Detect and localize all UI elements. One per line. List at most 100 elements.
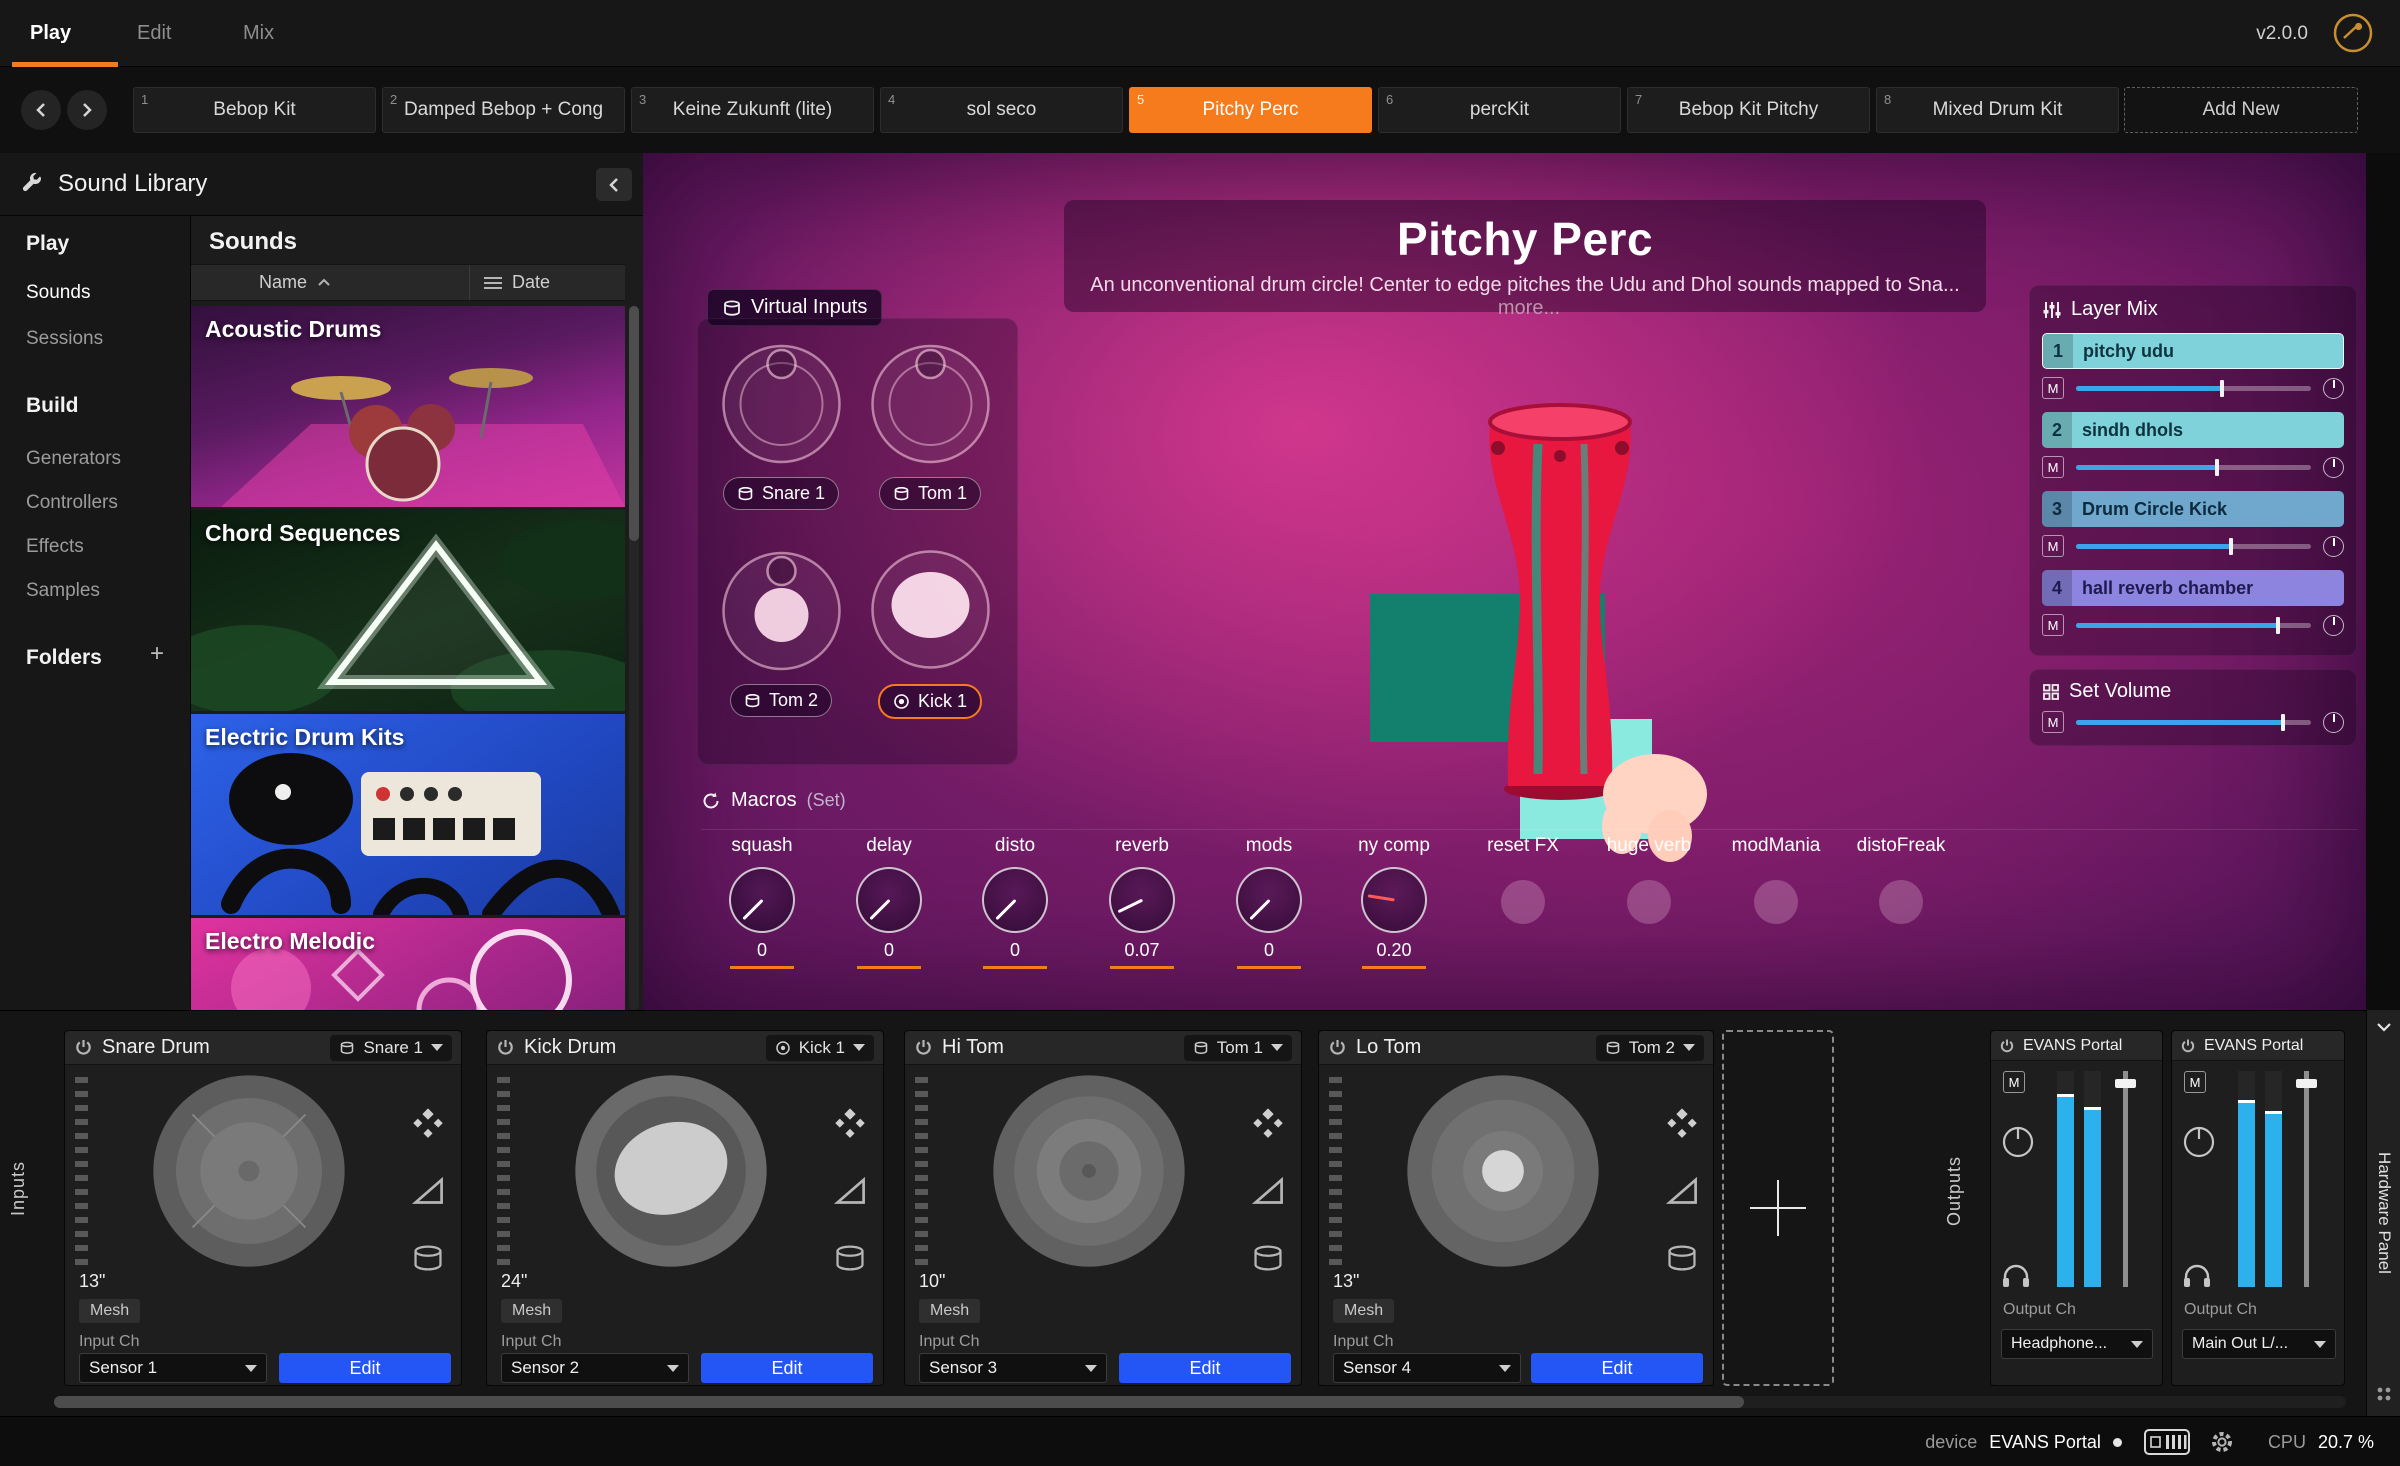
chevron-down-icon[interactable] [2376,1022,2392,1032]
virtual-pad-snare-1[interactable] [717,338,846,467]
sensor-select[interactable]: Sensor 3 [919,1353,1107,1383]
preset-slot-1[interactable]: 1Bebop Kit [133,87,376,133]
input-source-dropdown[interactable]: Kick 1 [766,1035,874,1061]
mute-button[interactable]: M [2042,614,2064,636]
power-icon[interactable] [1328,1038,1347,1057]
input-source-dropdown[interactable]: Tom 1 [1184,1035,1292,1061]
macro-knob[interactable] [856,867,922,933]
tab-play[interactable]: Play [30,0,71,67]
add-channel-slot[interactable] [1722,1030,1834,1386]
input-source-dropdown[interactable]: Snare 1 [330,1035,452,1061]
rack-horizontal-scrollbar[interactable] [54,1396,2346,1408]
volume-icon[interactable] [1665,1173,1699,1207]
macro-knob[interactable] [1236,867,1302,933]
sounds-scrollbar[interactable] [629,306,639,1010]
layers-icon[interactable] [833,1105,867,1139]
layers-icon[interactable] [1665,1105,1699,1139]
macro-trigger-button[interactable] [1754,880,1798,924]
virtual-pad-tom-1[interactable] [866,338,995,467]
add-new-preset-button[interactable]: Add New [2124,87,2358,133]
sidebar-item-controllers[interactable]: Controllers [26,492,118,514]
connection-toggle-icon[interactable] [2332,12,2374,54]
layers-icon[interactable] [1251,1105,1285,1139]
output-channel-select[interactable]: Main Out L/... [2182,1329,2336,1359]
kick-pad-graphic[interactable] [571,1071,771,1271]
tab-mix[interactable]: Mix [243,0,274,67]
sort-by-date[interactable]: Date [470,272,550,293]
preset-slot-2[interactable]: 2Damped Bebop + Cong [382,87,625,133]
volume-icon[interactable] [411,1173,445,1207]
hardware-panel-rail[interactable]: Hardware Panel [2366,1010,2400,1416]
mute-button[interactable]: M [2042,456,2064,478]
virtual-pad-kick-1[interactable] [866,545,995,674]
macro-knob[interactable] [1109,867,1175,933]
mute-button[interactable]: M [2003,1071,2025,1093]
collapse-library-button[interactable] [596,168,632,201]
input-source-dropdown[interactable]: Tom 2 [1596,1035,1704,1061]
edit-button[interactable]: Edit [1531,1353,1703,1383]
tom-pad-graphic[interactable] [1403,1071,1603,1271]
pan-knob-icon[interactable] [2323,378,2344,399]
layer-volume-slider[interactable] [2076,386,2311,391]
scrollbar-thumb[interactable] [54,1396,1744,1408]
preset-slot-8[interactable]: 8Mixed Drum Kit [1876,87,2119,133]
sound-card-electric-drum-kits[interactable]: Electric Drum Kits [191,714,625,915]
sound-card-chord-sequences[interactable]: Chord Sequences [191,510,625,711]
fader-handle[interactable] [2115,1079,2136,1088]
device-icon[interactable] [2144,1429,2190,1455]
virtual-pad-label-snare-1[interactable]: Snare 1 [723,477,839,510]
virtual-pad-tom-2[interactable] [717,545,846,674]
pan-knob-icon[interactable] [2323,712,2344,733]
knob-icon[interactable] [2001,1125,2035,1159]
add-folder-button[interactable]: + [150,640,164,668]
preset-slot-7[interactable]: 7Bebop Kit Pitchy [1627,87,1870,133]
edit-button[interactable]: Edit [701,1353,873,1383]
sidebar-item-generators[interactable]: Generators [26,448,121,470]
macro-trigger-button[interactable] [1879,880,1923,924]
virtual-pad-label-tom-2[interactable]: Tom 2 [730,684,832,717]
tom-pad-graphic[interactable] [989,1071,1189,1271]
edit-button[interactable]: Edit [279,1353,451,1383]
output-fader[interactable] [2304,1071,2309,1287]
mute-button[interactable]: M [2042,711,2064,733]
power-icon[interactable] [2180,1038,2196,1054]
sound-card-electro-melodic[interactable]: Electro Melodic [191,918,625,1010]
sidebar-item-sounds[interactable]: Sounds [26,282,90,304]
pan-knob-icon[interactable] [2323,536,2344,557]
sort-by-name[interactable]: Name [191,265,470,300]
macro-knob[interactable] [982,867,1048,933]
edit-button[interactable]: Edit [1119,1353,1291,1383]
drum-trigger-icon[interactable] [1665,1241,1699,1275]
virtual-pad-label-tom-1[interactable]: Tom 1 [879,477,981,510]
snare-pad-graphic[interactable] [149,1071,349,1271]
power-icon[interactable] [1999,1038,2015,1054]
fader-handle[interactable] [2296,1079,2317,1088]
volume-icon[interactable] [1251,1173,1285,1207]
layer-volume-slider[interactable] [2076,544,2311,549]
preset-slot-5-active[interactable]: 5Pitchy Perc [1129,87,1372,133]
macro-trigger-button[interactable] [1627,880,1671,924]
preset-slot-6[interactable]: 6percKit [1378,87,1621,133]
layers-icon[interactable] [411,1105,445,1139]
pan-knob-icon[interactable] [2323,457,2344,478]
layer-volume-slider[interactable] [2076,465,2311,470]
layer-name-bar[interactable]: 2 sindh dhols [2042,412,2344,448]
knob-icon[interactable] [2182,1125,2216,1159]
macro-knob[interactable] [729,867,795,933]
mute-button[interactable]: M [2042,535,2064,557]
sensor-select[interactable]: Sensor 4 [1333,1353,1521,1383]
drum-trigger-icon[interactable] [1251,1241,1285,1275]
drum-trigger-icon[interactable] [411,1241,445,1275]
power-icon[interactable] [914,1038,933,1057]
layer-name-bar[interactable]: 3 Drum Circle Kick [2042,491,2344,527]
tab-edit[interactable]: Edit [137,0,171,67]
sound-card-acoustic-drums[interactable]: Acoustic Drums [191,306,625,507]
sensor-select[interactable]: Sensor 1 [79,1353,267,1383]
layer-name-bar[interactable]: 1 pitchy udu [2042,333,2344,369]
preset-slot-4[interactable]: 4sol seco [880,87,1123,133]
more-link[interactable]: more... [1498,297,1560,319]
layer-name-bar[interactable]: 4 hall reverb chamber [2042,570,2344,606]
gear-icon[interactable] [2208,1428,2236,1456]
preset-prev-button[interactable] [21,90,61,130]
mute-button[interactable]: M [2042,377,2064,399]
